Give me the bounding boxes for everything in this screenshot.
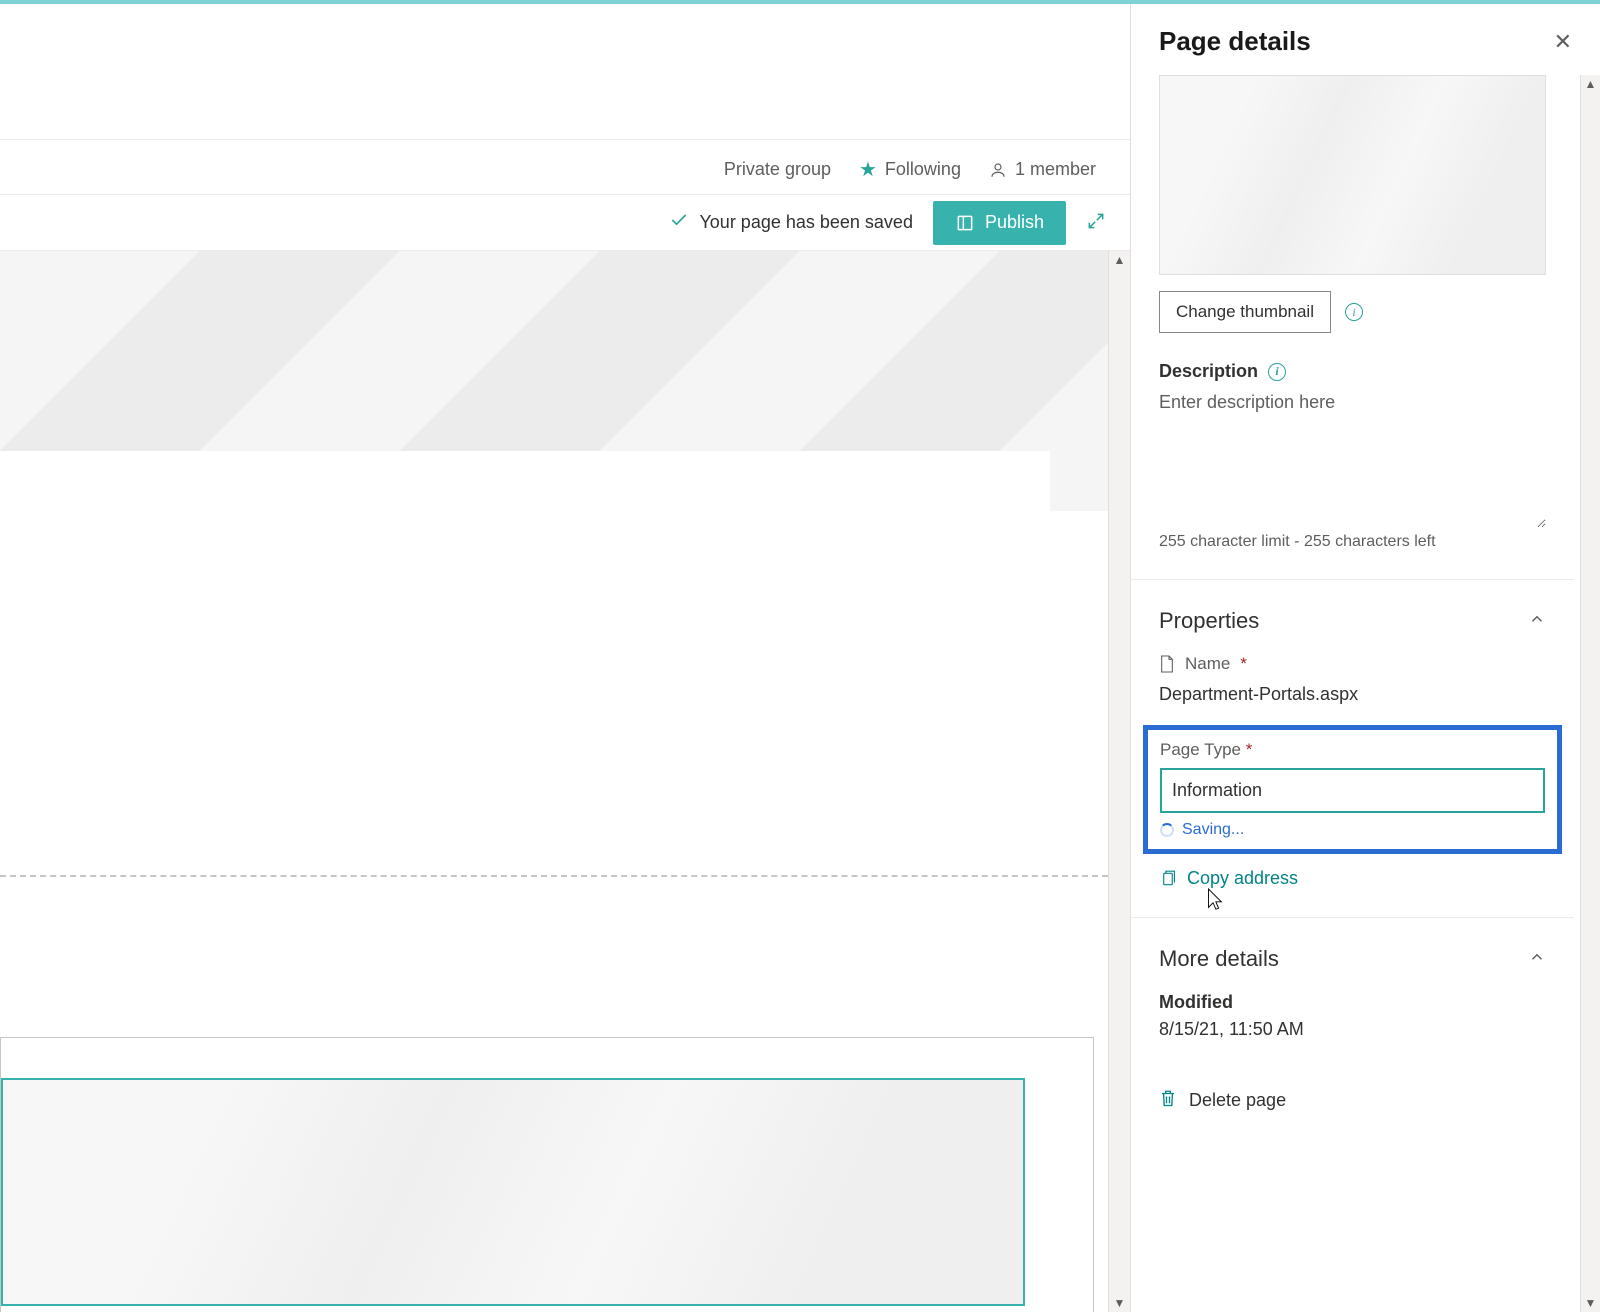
canvas-scrollbar[interactable]: ▲ ▼ <box>1108 251 1130 1312</box>
copy-icon <box>1159 869 1177 889</box>
chevron-up-icon <box>1528 946 1546 972</box>
star-icon: ★ <box>859 160 877 180</box>
members-label: 1 member <box>1015 159 1096 180</box>
thumbnail-preview <box>1159 75 1546 275</box>
panel-title: Page details <box>1159 26 1311 57</box>
hero-title-card[interactable] <box>0 451 1050 711</box>
properties-section-header[interactable]: Properties <box>1159 608 1546 634</box>
checkmark-icon <box>669 210 689 235</box>
saved-message: Your page has been saved <box>669 210 913 235</box>
saving-indicator: Saving... <box>1160 821 1545 839</box>
change-thumbnail-button[interactable]: Change thumbnail <box>1159 291 1331 333</box>
members-link[interactable]: 1 member <box>989 159 1096 180</box>
chevron-up-icon <box>1528 608 1546 634</box>
section-divider <box>0 875 1108 877</box>
more-details-section-header[interactable]: More details <box>1159 946 1546 972</box>
modified-label: Modified <box>1159 992 1546 1013</box>
person-icon <box>989 161 1007 179</box>
page-type-label: Page Type <box>1160 740 1241 759</box>
page-toolbar: Your page has been saved Publish <box>0 195 1130 251</box>
description-label: Description <box>1159 361 1258 382</box>
publish-button[interactable]: Publish <box>933 201 1066 245</box>
delete-page-link[interactable]: Delete page <box>1159 1088 1546 1113</box>
required-asterisk: * <box>1246 740 1253 759</box>
page-details-panel: Page details ✕ Change thumbnail i Descri… <box>1130 4 1600 1312</box>
following-label: Following <box>885 159 961 180</box>
canvas-scroll-area[interactable]: + ▲ ▼ <box>0 251 1130 1312</box>
modified-value: 8/15/21, 11:50 AM <box>1159 1019 1546 1040</box>
publish-label: Publish <box>985 212 1044 233</box>
cursor-icon <box>1203 886 1225 914</box>
info-icon[interactable]: i <box>1345 303 1363 321</box>
delete-label: Delete page <box>1189 1090 1286 1111</box>
top-spacer <box>0 4 1130 140</box>
info-icon[interactable]: i <box>1268 363 1286 381</box>
page-type-input[interactable] <box>1160 768 1545 813</box>
name-value: Department-Portals.aspx <box>1159 684 1546 705</box>
scroll-up-icon[interactable]: ▲ <box>1109 253 1130 267</box>
scroll-down-icon[interactable]: ▼ <box>1109 1296 1130 1310</box>
page-type-highlight: Page Type * Saving... <box>1143 725 1562 854</box>
page-canvas-area: Private group ★ Following 1 member Your … <box>0 4 1130 1312</box>
saved-text: Your page has been saved <box>699 212 913 233</box>
close-icon: ✕ <box>1554 29 1572 54</box>
webpart-section[interactable]: + <box>0 1037 1094 1312</box>
properties-heading: Properties <box>1159 608 1259 634</box>
spinner-icon <box>1160 823 1174 837</box>
publish-icon <box>955 213 975 233</box>
scroll-up-icon[interactable]: ▲ <box>1581 77 1600 91</box>
page-icon <box>1159 654 1175 674</box>
following-toggle[interactable]: ★ Following <box>859 159 961 180</box>
char-limit-note: 255 character limit - 255 characters lef… <box>1159 533 1546 551</box>
site-privacy: Private group <box>724 159 831 180</box>
more-details-heading: More details <box>1159 946 1279 972</box>
expand-button[interactable] <box>1086 211 1106 234</box>
close-panel-button[interactable]: ✕ <box>1554 29 1572 55</box>
description-input[interactable] <box>1159 388 1546 528</box>
scroll-down-icon[interactable]: ▼ <box>1581 1296 1600 1310</box>
site-meta: Private group ★ Following 1 member <box>724 159 1096 180</box>
copy-address-label: Copy address <box>1187 868 1298 889</box>
required-asterisk: * <box>1240 654 1247 674</box>
image-webpart[interactable] <box>1 1078 1025 1306</box>
name-label: Name <box>1185 654 1230 674</box>
panel-scrollbar[interactable]: ▲ ▼ <box>1580 75 1600 1312</box>
saving-label: Saving... <box>1182 821 1244 839</box>
trash-icon <box>1159 1088 1177 1113</box>
copy-address-link[interactable]: Copy address <box>1159 868 1546 889</box>
